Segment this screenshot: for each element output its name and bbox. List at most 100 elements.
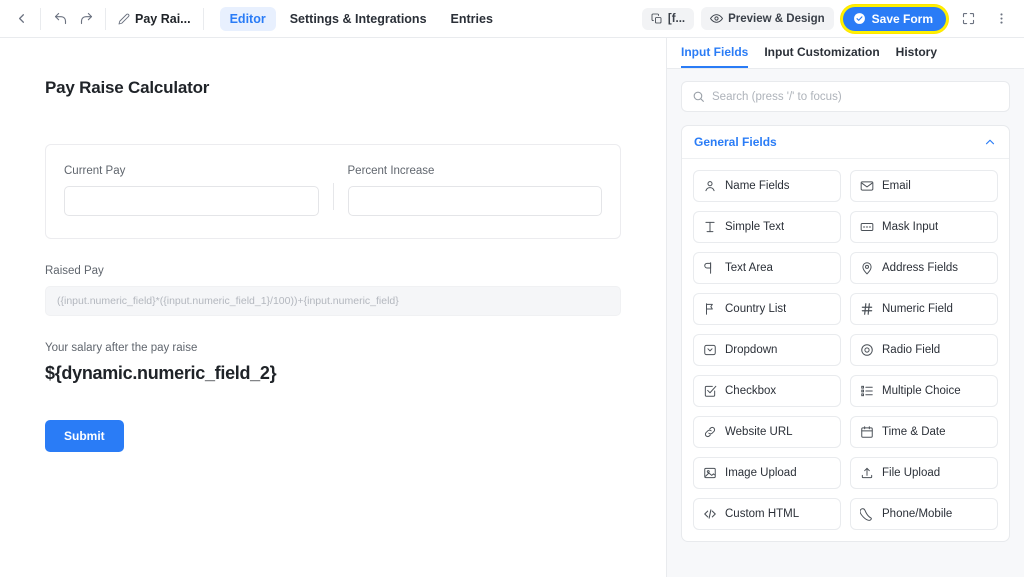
preview-design-button[interactable]: Preview & Design — [701, 7, 834, 30]
field-card-email[interactable]: Email — [850, 170, 998, 202]
flag-icon — [703, 302, 717, 316]
text-height-icon — [703, 220, 717, 234]
current-pay-label: Current Pay — [64, 165, 126, 177]
redo-button[interactable] — [73, 6, 99, 32]
fullscreen-button[interactable] — [955, 6, 981, 32]
envelope-icon — [860, 179, 874, 193]
field-card-simple-text[interactable]: Simple Text — [693, 211, 841, 243]
redo-arrow-icon — [80, 12, 92, 25]
save-form-button[interactable]: Save Form — [842, 6, 946, 31]
undo-arrow-icon — [54, 12, 66, 25]
chevron-up-icon[interactable] — [983, 135, 997, 149]
field-card-checkbox[interactable]: Checkbox — [693, 375, 841, 407]
result-label: Your salary after the pay raise — [45, 342, 198, 354]
save-form-label: Save Form — [871, 11, 933, 26]
top-toolbar: Pay Rai... Editor Settings & Integration… — [0, 0, 1024, 38]
more-options-button[interactable] — [988, 6, 1014, 32]
form-name-text: Pay Rai... — [135, 11, 191, 26]
back-button[interactable] — [8, 6, 34, 32]
field-card-label: Radio Field — [882, 344, 941, 356]
panel-body: General Fields Name Fields Email — [667, 69, 1024, 577]
search-box[interactable] — [681, 81, 1010, 112]
field-current-pay: Current Pay — [64, 165, 319, 216]
kebab-menu-icon — [999, 13, 1003, 24]
raised-pay-formula[interactable]: ({input.numeric_field}*({input.numeric_f… — [45, 286, 621, 316]
field-card-label: Numeric Field — [882, 303, 953, 315]
panel-tab-input-customization[interactable]: Input Customization — [764, 38, 879, 68]
field-card-label: Text Area — [725, 262, 773, 274]
fullscreen-icon — [962, 12, 974, 25]
general-fields-group: General Fields Name Fields Email Simple … — [681, 125, 1010, 542]
app-root: Pay Rai... Editor Settings & Integration… — [0, 0, 1024, 577]
preview-design-label: Preview & Design — [728, 12, 825, 25]
dropdown-icon — [703, 343, 717, 357]
field-card-file-upload[interactable]: File Upload — [850, 457, 998, 489]
field-card-time-date[interactable]: Time & Date — [850, 416, 998, 448]
field-card-label: Email — [882, 180, 911, 192]
hash-icon — [860, 302, 874, 316]
link-icon — [703, 425, 717, 439]
field-card-custom-html[interactable]: Custom HTML — [693, 498, 841, 530]
image-icon — [703, 466, 717, 480]
tab-settings-integrations[interactable]: Settings & Integrations — [280, 7, 437, 31]
field-card-label: Image Upload — [725, 467, 797, 479]
page-title: Pay Raise Calculator — [45, 78, 210, 97]
field-card-label: Mask Input — [882, 221, 939, 233]
field-card-label: Dropdown — [725, 344, 778, 356]
field-card-numeric-field[interactable]: Numeric Field — [850, 293, 998, 325]
general-fields-header[interactable]: General Fields — [682, 126, 1009, 159]
field-raised-pay: Raised Pay ({input.numeric_field}*({inpu… — [45, 265, 621, 316]
chevron-left-icon — [18, 14, 24, 23]
toolbar-divider — [40, 7, 41, 30]
field-card-phone-mobile[interactable]: Phone/Mobile — [850, 498, 998, 530]
map-pin-icon — [860, 261, 874, 275]
field-card-label: Name Fields — [725, 180, 790, 192]
result-block: Your salary after the pay raise ${dynami… — [45, 342, 621, 384]
current-pay-input[interactable] — [64, 186, 319, 216]
field-card-dropdown[interactable]: Dropdown — [693, 334, 841, 366]
field-card-label: Website URL — [725, 426, 793, 438]
field-card-label: Multiple Choice — [882, 385, 961, 397]
right-panel: Input Fields Input Customization History… — [666, 38, 1024, 577]
field-card-label: File Upload — [882, 467, 941, 479]
field-card-country-list[interactable]: Country List — [693, 293, 841, 325]
search-input[interactable] — [712, 90, 999, 103]
text-area-icon — [703, 261, 717, 275]
field-card-label: Simple Text — [725, 221, 785, 233]
phone-icon — [860, 507, 874, 521]
copy-form-link-chip[interactable]: [f... — [641, 7, 695, 30]
radio-circle-icon — [860, 343, 874, 357]
tab-entries[interactable]: Entries — [441, 7, 503, 31]
pencil-icon — [118, 13, 130, 24]
general-fields-grid: Name Fields Email Simple Text Mask Input… — [682, 159, 1009, 541]
field-card-mask-input[interactable]: Mask Input — [850, 211, 998, 243]
copy-icon — [651, 13, 662, 23]
form-name-editable[interactable]: Pay Rai... — [112, 8, 197, 30]
field-card-name-fields[interactable]: Name Fields — [693, 170, 841, 202]
field-card-address-fields[interactable]: Address Fields — [850, 252, 998, 284]
field-card-image-upload[interactable]: Image Upload — [693, 457, 841, 489]
field-card-website-url[interactable]: Website URL — [693, 416, 841, 448]
save-form-highlight-ring: Save Form — [840, 4, 948, 33]
calendar-icon — [860, 425, 874, 439]
toolbar-divider — [202, 7, 204, 30]
field-card-label: Custom HTML — [725, 508, 800, 520]
toolbar-divider — [105, 7, 106, 30]
undo-button[interactable] — [47, 6, 73, 32]
submit-button[interactable]: Submit — [45, 420, 124, 452]
input-fields-row[interactable]: Current Pay Percent Increase — [45, 144, 621, 239]
search-icon — [693, 91, 704, 102]
field-card-text-area[interactable]: Text Area — [693, 252, 841, 284]
percent-increase-input[interactable] — [347, 186, 602, 216]
general-fields-title: General Fields — [694, 135, 777, 149]
tab-editor[interactable]: Editor — [219, 6, 276, 31]
panel-tab-input-fields[interactable]: Input Fields — [681, 38, 749, 68]
code-icon — [703, 507, 717, 521]
checkbox-icon — [703, 384, 717, 398]
form-canvas: Pay Raise Calculator Current Pay Percent… — [0, 38, 666, 577]
panel-tabs: Input Fields Input Customization History — [667, 38, 1024, 69]
field-card-radio-field[interactable]: Radio Field — [850, 334, 998, 366]
column-divider — [332, 183, 334, 210]
panel-tab-history[interactable]: History — [896, 38, 937, 68]
field-card-multiple-choice[interactable]: Multiple Choice — [850, 375, 998, 407]
